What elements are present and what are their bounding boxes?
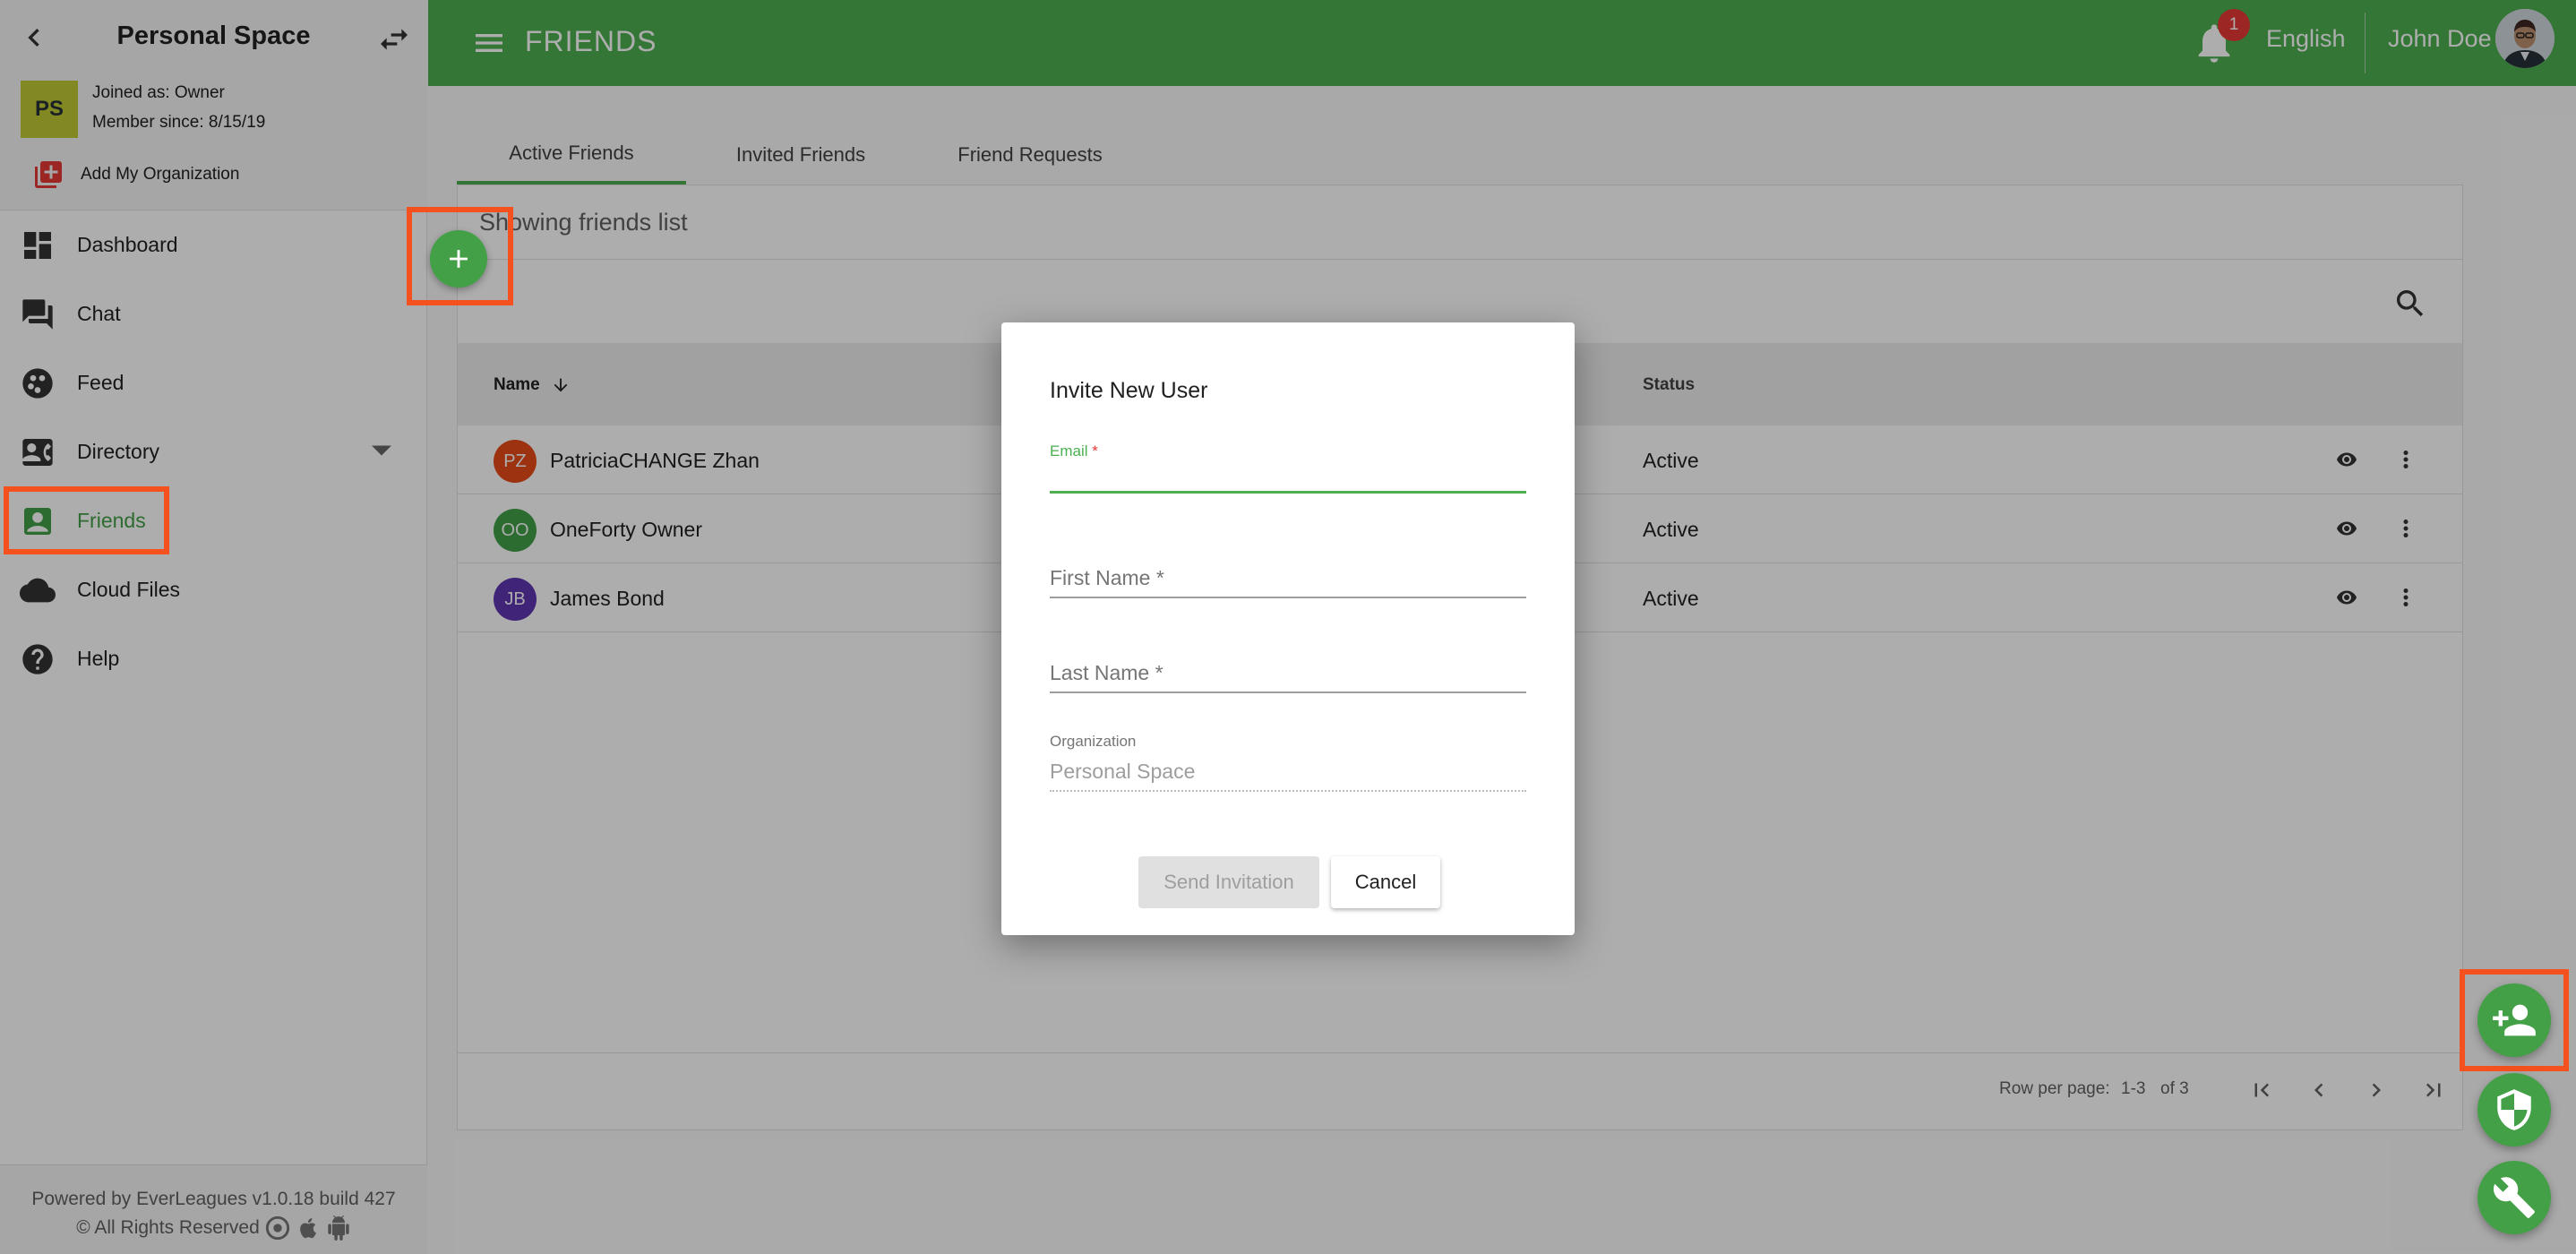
- email-label: Email *: [1050, 442, 1526, 460]
- organization-value: Personal Space: [1050, 760, 1196, 783]
- last-name-underline: [1050, 691, 1526, 693]
- first-name-placeholder: First Name *: [1050, 566, 1164, 589]
- person-add-icon: [2493, 1004, 2536, 1036]
- organization-field: Organization Personal Space: [1050, 733, 1526, 795]
- shield-icon: [2497, 1089, 2531, 1130]
- last-name-field[interactable]: Last Name *: [1050, 661, 1526, 697]
- last-name-placeholder: Last Name *: [1050, 661, 1163, 684]
- email-label-text: Email: [1050, 442, 1088, 460]
- email-underline: [1050, 491, 1526, 494]
- invite-user-fab[interactable]: [2477, 983, 2551, 1057]
- email-field[interactable]: Email *: [1050, 442, 1526, 496]
- security-fab[interactable]: [2477, 1073, 2551, 1147]
- cancel-button[interactable]: Cancel: [1331, 856, 1440, 908]
- add-fab-button[interactable]: [430, 230, 487, 288]
- first-name-underline: [1050, 597, 1526, 598]
- plus-icon: [450, 250, 468, 268]
- wrench-icon: [2493, 1177, 2535, 1218]
- dialog-title: Invite New User: [1050, 378, 1208, 403]
- organization-underline: [1050, 790, 1526, 792]
- invite-user-dialog: Invite New User Email * First Name * Las…: [1001, 322, 1575, 935]
- first-name-field[interactable]: First Name *: [1050, 566, 1526, 602]
- highlight-box: [4, 486, 169, 554]
- send-invitation-button[interactable]: Send Invitation: [1138, 856, 1319, 908]
- required-mark: *: [1092, 442, 1098, 460]
- organization-label: Organization: [1050, 733, 1137, 750]
- tools-fab[interactable]: [2477, 1161, 2551, 1234]
